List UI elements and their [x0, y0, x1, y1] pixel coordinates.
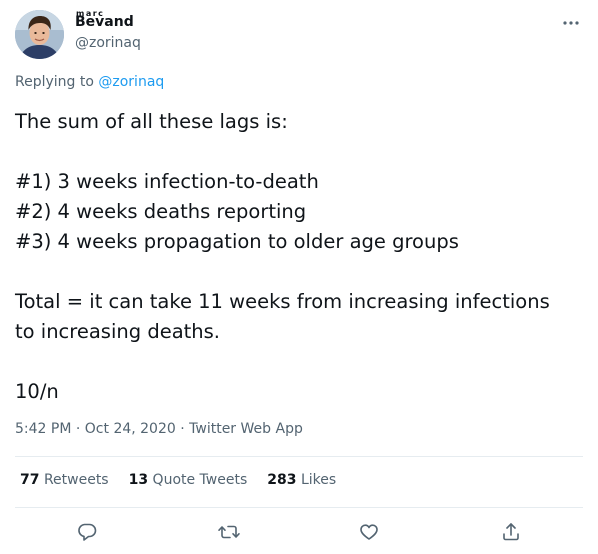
meta-separator: · — [71, 421, 85, 437]
tweet-text-line: The sum of all these lags is: — [15, 110, 288, 133]
tweet-text-line: to increasing deaths. — [15, 320, 221, 343]
tweet-text-line — [15, 347, 583, 377]
retweets-count: 77 — [20, 472, 40, 488]
tweet-text-line: #3) 4 weeks propagation to older age gro… — [15, 230, 459, 253]
quote-tweets-stat[interactable]: 13 Quote Tweets — [129, 472, 248, 488]
meta-separator: · — [175, 421, 190, 437]
retweet-icon[interactable] — [215, 518, 243, 546]
tweet-text-line: 10/n — [15, 380, 59, 403]
likes-count: 283 — [267, 472, 297, 488]
tweet-text: The sum of all these lags is: #1) 3 week… — [15, 107, 583, 407]
tweet-date[interactable]: Oct 24, 2020 — [85, 421, 176, 437]
more-horizontal-icon[interactable] — [560, 14, 582, 32]
replying-to-link[interactable]: @zorinaq — [98, 74, 164, 90]
display-name-accents: marc — [76, 9, 105, 18]
replying-to: Replying to @zorinaq — [15, 74, 164, 90]
display-name[interactable]: marc Bevand — [75, 9, 134, 32]
tweet-text-line: #1) 3 weeks infection-to-death — [15, 170, 319, 193]
avatar[interactable] — [15, 10, 64, 59]
avatar-image — [15, 10, 64, 59]
retweets-label: Retweets — [43, 472, 109, 488]
tweet-text-line — [15, 137, 583, 167]
user-handle[interactable]: @zorinaq — [75, 33, 141, 53]
share-icon[interactable] — [497, 518, 525, 546]
divider — [15, 456, 583, 457]
reply-icon[interactable] — [73, 518, 101, 546]
tweet: marc Bevand @zorinaq Replying to @zorina… — [0, 0, 598, 554]
tweet-text-line: #2) 4 weeks deaths reporting — [15, 200, 307, 223]
divider — [15, 507, 583, 508]
heart-icon[interactable] — [355, 518, 383, 546]
likes-stat[interactable]: 283 Likes — [267, 472, 336, 488]
quote-tweets-label: Quote Tweets — [152, 472, 248, 488]
tweet-text-line: Total = it can take 11 weeks from increa… — [15, 290, 550, 313]
tweet-text-line — [15, 257, 583, 287]
author-block: marc Bevand @zorinaq — [75, 9, 141, 53]
replying-prefix: Replying to — [15, 74, 99, 90]
likes-label: Likes — [300, 472, 337, 488]
tweet-source[interactable]: Twitter Web App — [189, 421, 303, 437]
tweet-time[interactable]: 5:42 PM — [15, 421, 71, 437]
action-bar — [0, 518, 598, 546]
quote-tweets-count: 13 — [128, 472, 149, 488]
engagement-stats: 77 Retweets 13 Quote Tweets 283 Likes — [20, 472, 336, 488]
retweets-stat[interactable]: 77 Retweets — [20, 472, 109, 488]
tweet-meta: 5:42 PM · Oct 24, 2020 · Twitter Web App — [15, 421, 303, 437]
